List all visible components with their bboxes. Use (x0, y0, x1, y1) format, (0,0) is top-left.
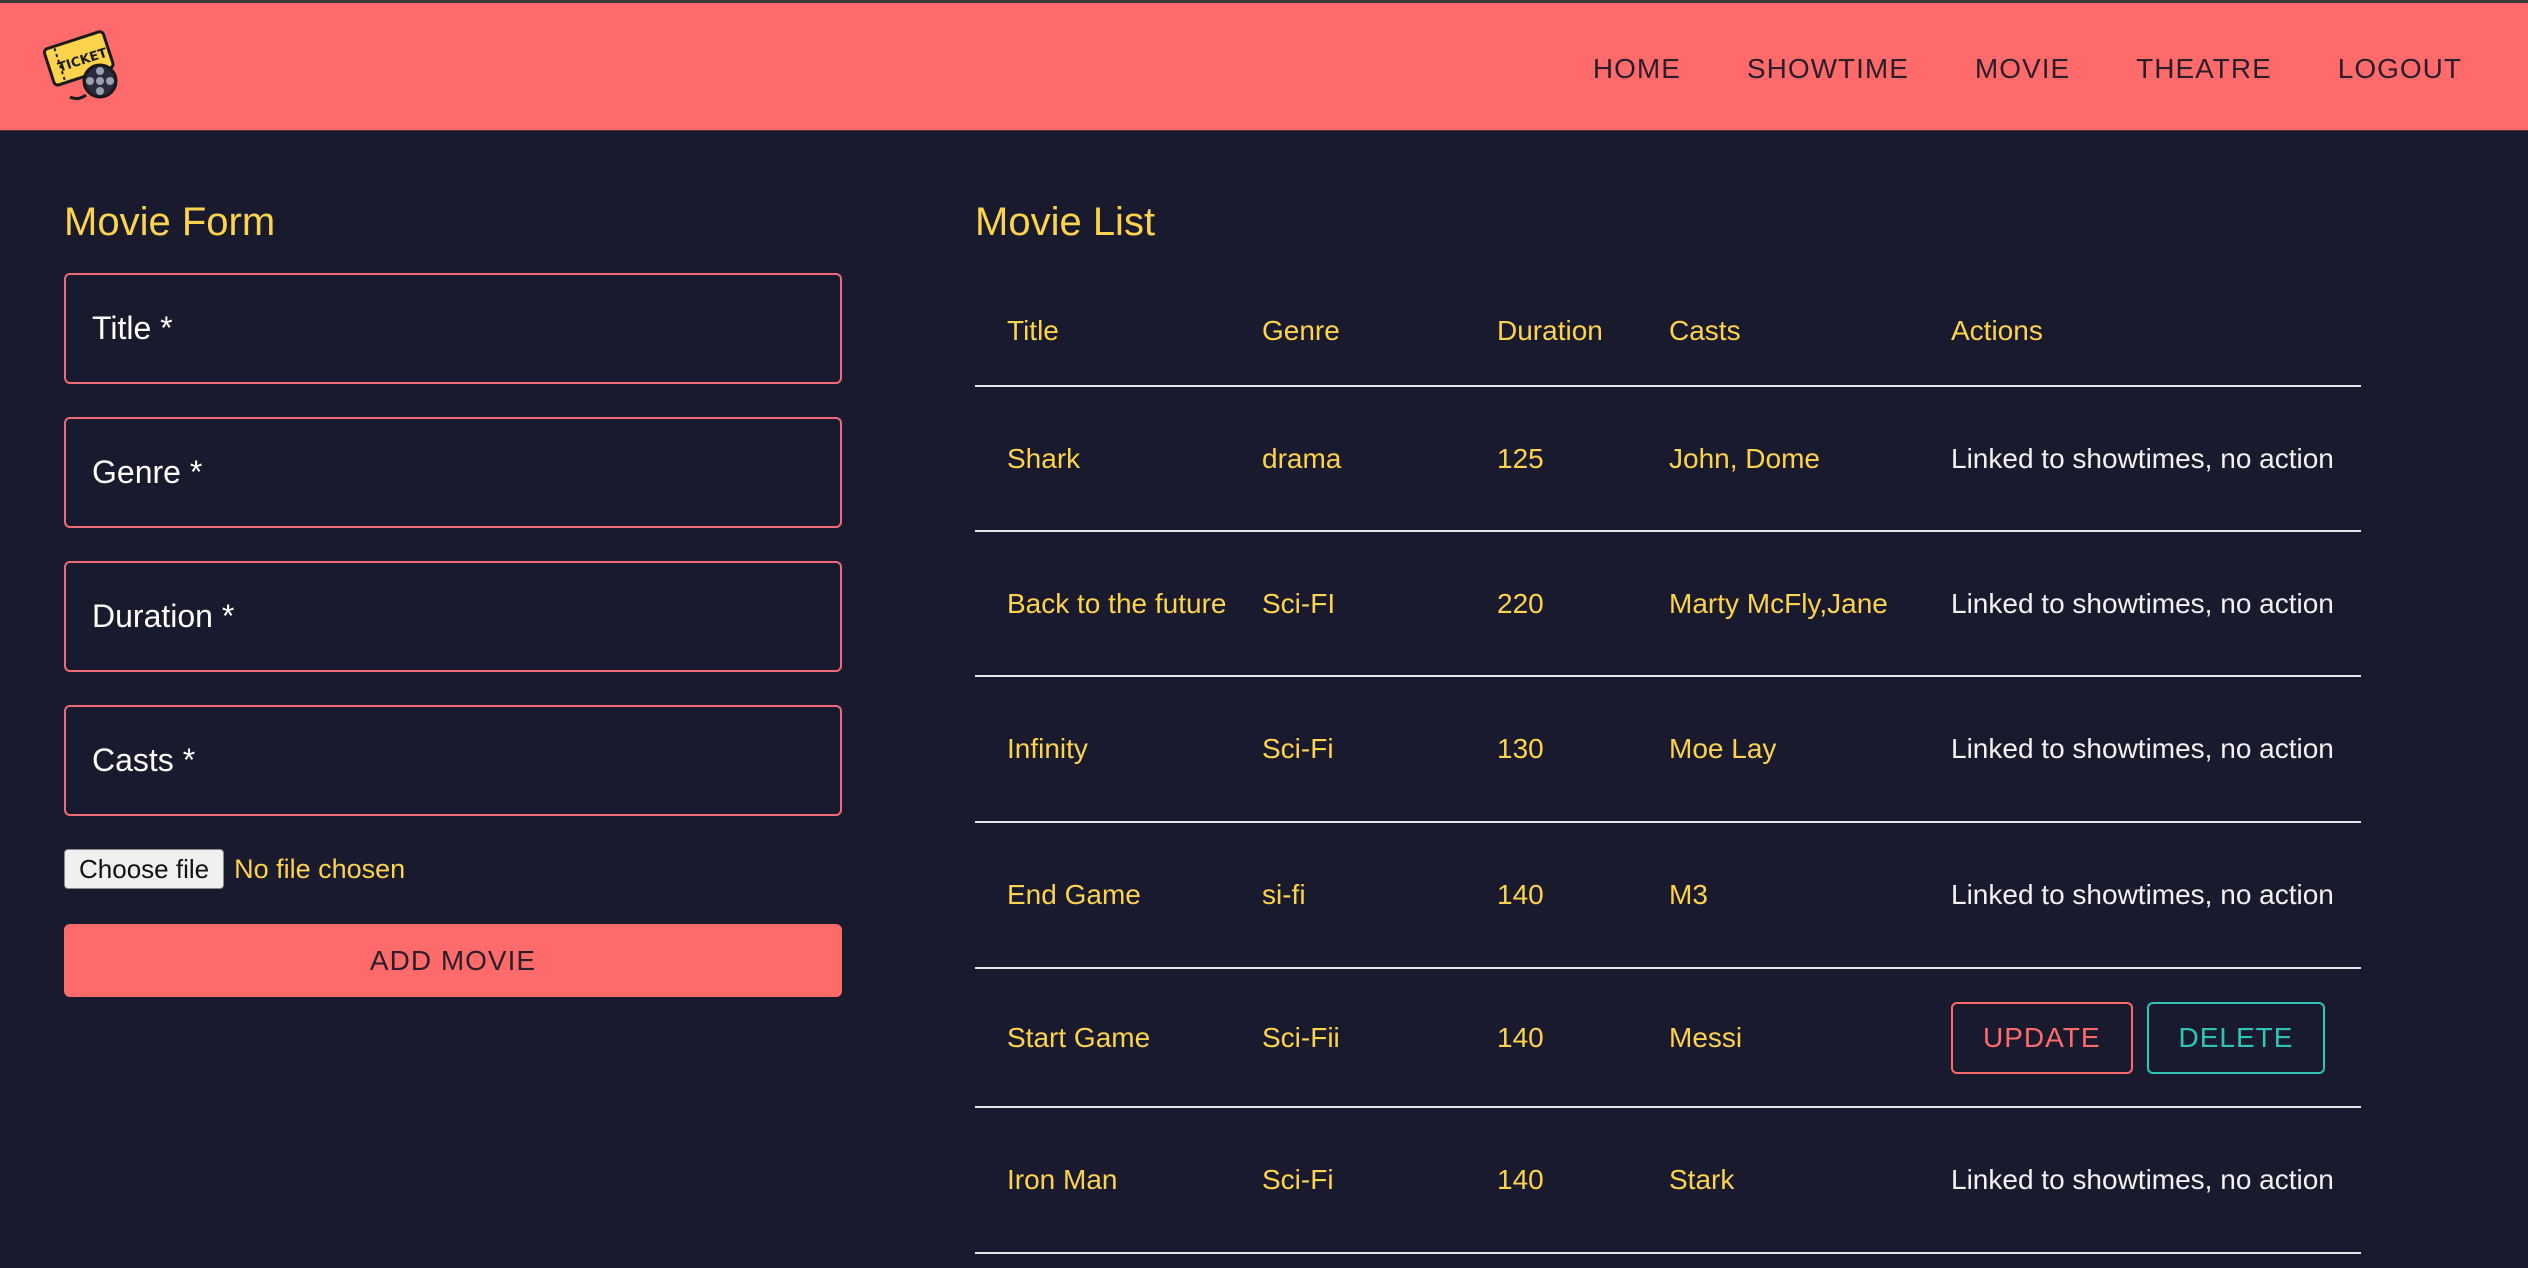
cell-casts: Stark (1637, 1107, 1919, 1254)
column-header-actions: Actions (1919, 276, 2361, 387)
cell-duration: 125 (1465, 386, 1637, 532)
cell-title: End Game (975, 822, 1230, 969)
table-row: Back to the future Sci-FI 220 Marty McFl… (975, 531, 2361, 677)
file-status: No file chosen (234, 853, 406, 884)
update-button[interactable]: UPDATE (1951, 1001, 2133, 1074)
genre-input[interactable] (66, 419, 840, 526)
cell-genre: Sci-FI (1230, 531, 1465, 677)
cell-genre: Sci-Fii (1230, 968, 1465, 1108)
cell-title: Infinity (975, 676, 1230, 823)
nav-movie[interactable]: MOVIE (1975, 53, 2070, 85)
movie-list: Movie List Title Genre Duration Casts Ac… (975, 200, 2361, 1254)
column-header-title: Title (975, 276, 1230, 387)
add-movie-button[interactable]: ADD MOVIE (64, 924, 842, 997)
column-header-genre: Genre (1230, 276, 1465, 387)
cell-casts: Messi (1637, 968, 1919, 1108)
table-row: Start Game Sci-Fii 140 Messi UPDATE DELET… (975, 968, 2361, 1108)
cell-action-note: Linked to showtimes, no action (1919, 386, 2361, 532)
title-input[interactable] (66, 275, 840, 382)
cell-duration: 220 (1465, 531, 1637, 677)
column-header-duration: Duration (1465, 276, 1637, 387)
movie-table: Title Genre Duration Casts Actions Shark… (975, 276, 2361, 1254)
movie-form-title: Movie Form (64, 200, 276, 244)
cell-casts: Moe Lay (1637, 676, 1919, 823)
genre-field[interactable] (64, 417, 842, 528)
navbar: TICKET HOME SHOWTIME MOVIE THEATRE LOGOU… (0, 0, 2528, 131)
ticket-logo-icon[interactable]: TICKET (42, 25, 126, 105)
cell-genre: Sci-Fi (1230, 676, 1465, 823)
movie-form: Movie Form Choose file No file chosen AD… (64, 200, 842, 997)
cell-duration: 140 (1465, 822, 1637, 969)
table-row: Shark drama 125 John, Dome Linked to sho… (975, 386, 2361, 532)
duration-input[interactable] (66, 563, 840, 670)
cell-action-note: Linked to showtimes, no action (1919, 531, 2361, 677)
cell-casts: Marty McFly,Jane (1637, 531, 1919, 677)
cell-genre: si-fi (1230, 822, 1465, 969)
cell-title: Start Game (975, 968, 1230, 1108)
duration-field[interactable] (64, 561, 842, 672)
movie-list-title: Movie List (975, 200, 1156, 244)
cell-action-note: Linked to showtimes, no action (1919, 676, 2361, 823)
nav-theatre[interactable]: THEATRE (2136, 53, 2272, 85)
cell-duration: 140 (1465, 1107, 1637, 1254)
nav-home[interactable]: HOME (1593, 53, 1681, 85)
cell-duration: 140 (1465, 968, 1637, 1108)
cell-genre: drama (1230, 386, 1465, 532)
nav-showtime[interactable]: SHOWTIME (1747, 53, 1909, 85)
cell-title: Shark (975, 386, 1230, 532)
cell-action-note: Linked to showtimes, no action (1919, 822, 2361, 969)
cell-duration: 130 (1465, 676, 1637, 823)
cell-casts: John, Dome (1637, 386, 1919, 532)
casts-input[interactable] (66, 707, 840, 814)
casts-field[interactable] (64, 705, 842, 816)
cell-title: Back to the future (975, 531, 1230, 677)
cell-genre: Sci-Fi (1230, 1107, 1465, 1254)
cell-casts: M3 (1637, 822, 1919, 969)
cell-actions: UPDATE DELETE (1919, 968, 2361, 1108)
nav-links: HOME SHOWTIME MOVIE THEATRE LOGOUT (1593, 53, 2462, 85)
table-row: End Game si-fi 140 M3 Linked to showtime… (975, 822, 2361, 969)
cell-title: Iron Man (975, 1107, 1230, 1254)
title-field[interactable] (64, 273, 842, 384)
column-header-casts: Casts (1637, 276, 1919, 387)
table-header-row: Title Genre Duration Casts Actions (975, 276, 2361, 387)
delete-button[interactable]: DELETE (2146, 1001, 2326, 1074)
cell-action-note: Linked to showtimes, no action (1919, 1107, 2361, 1254)
nav-logout[interactable]: LOGOUT (2338, 53, 2462, 85)
table-row: Iron Man Sci-Fi 140 Stark Linked to show… (975, 1107, 2361, 1254)
file-upload: Choose file No file chosen (64, 849, 405, 889)
table-row: Infinity Sci-Fi 130 Moe Lay Linked to sh… (975, 676, 2361, 823)
choose-file-button[interactable]: Choose file (64, 849, 225, 889)
